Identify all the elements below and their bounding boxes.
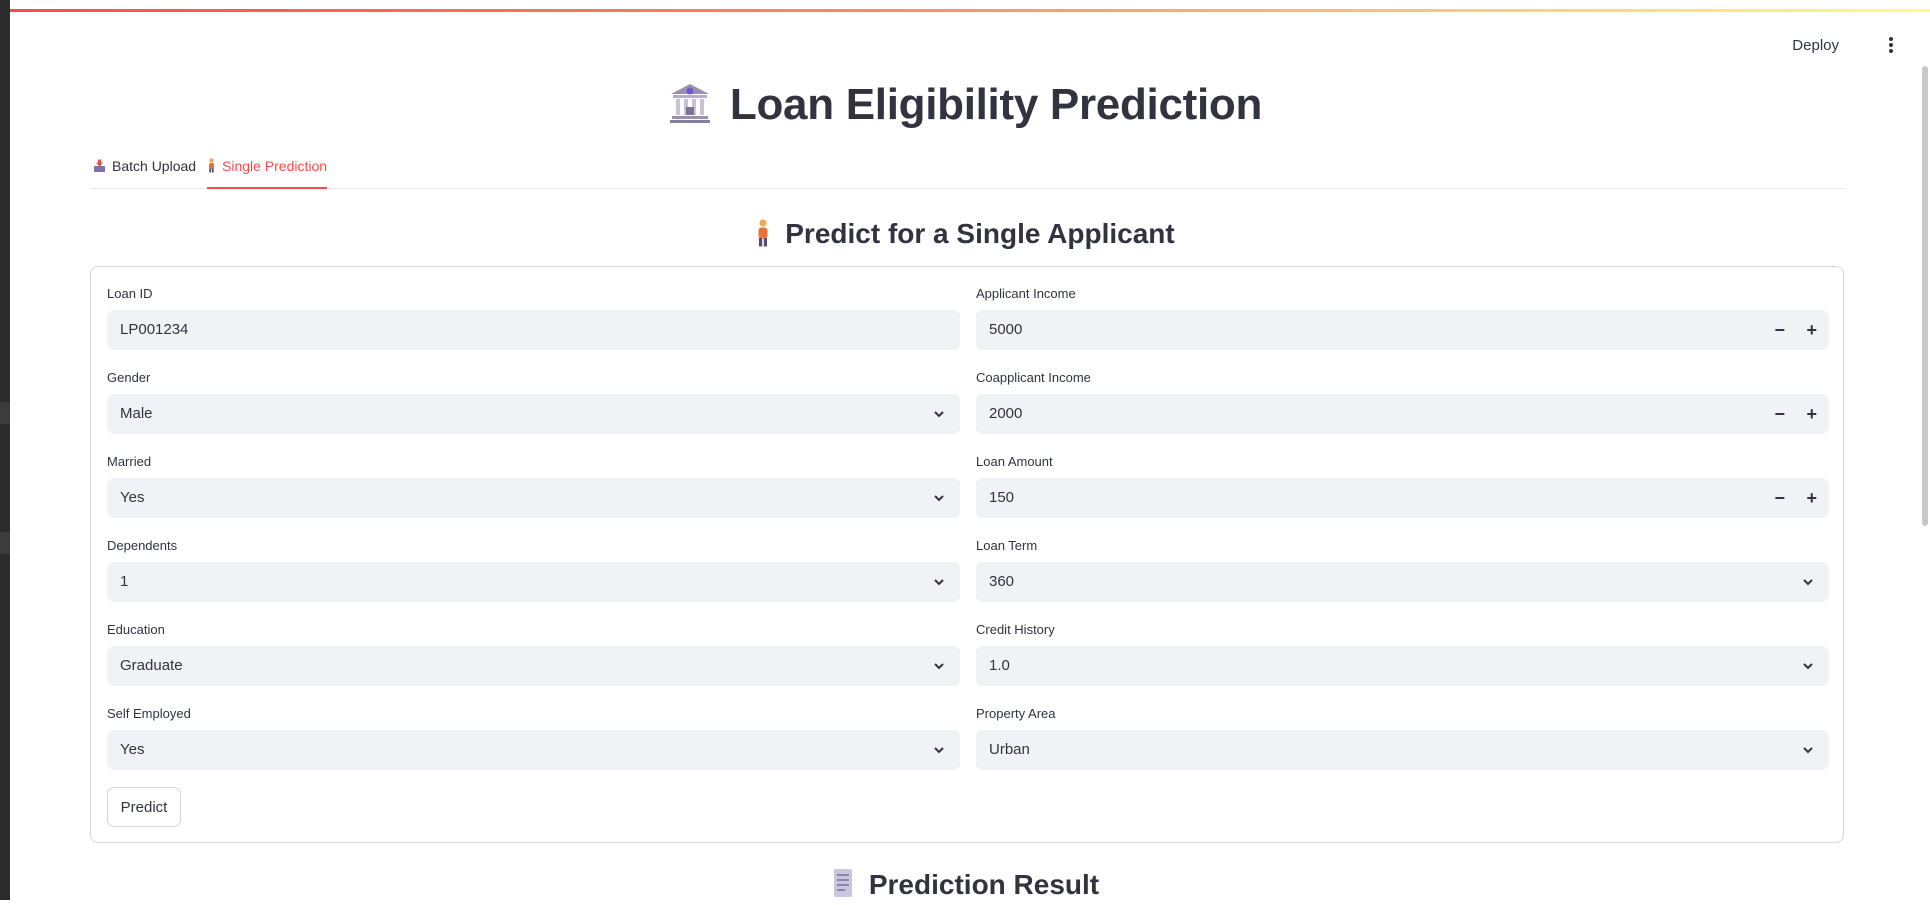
- education-field: Education Graduate: [107, 622, 960, 686]
- predict-button[interactable]: Predict: [107, 787, 181, 827]
- gender-field: Gender Male: [107, 370, 960, 434]
- person-icon: [207, 158, 216, 176]
- married-field: Married Yes: [107, 454, 960, 518]
- tab-label: Single Prediction: [222, 158, 328, 174]
- chevron-down-icon: [934, 411, 944, 418]
- edge-mark: [0, 532, 10, 554]
- field-value: 1: [120, 573, 129, 590]
- field-label: Loan ID: [107, 286, 153, 301]
- field-value: Male: [120, 405, 153, 422]
- field-value: 1.0: [989, 657, 1010, 674]
- field-value: Yes: [120, 489, 145, 506]
- single-applicant-form: Loan ID LP001234 Gender Male Married Yes…: [90, 266, 1844, 843]
- field-value: 2000: [989, 405, 1023, 422]
- field-value: Urban: [989, 741, 1030, 758]
- field-label: Coapplicant Income: [976, 370, 1091, 385]
- field-label: Dependents: [107, 538, 178, 553]
- chevron-down-icon: [934, 579, 944, 586]
- chevron-down-icon: [1803, 663, 1813, 670]
- field-value: 360: [989, 573, 1015, 590]
- increment-button[interactable]: +: [1806, 320, 1817, 341]
- tab-single-prediction[interactable]: Single Prediction: [207, 158, 328, 189]
- chevron-down-icon: [1803, 747, 1813, 754]
- section-heading-text: Predict for a Single Applicant: [785, 218, 1175, 249]
- field-label: Married: [107, 454, 152, 469]
- section-heading-single: Predict for a Single Applicant: [0, 218, 1930, 254]
- credit-history-field: Credit History 1.0: [976, 622, 1829, 686]
- person-icon: [755, 219, 771, 254]
- kebab-menu-icon[interactable]: [1888, 37, 1894, 53]
- loan-id-input[interactable]: LP001234: [107, 310, 960, 350]
- applicant-income-field: Applicant Income 5000 − +: [976, 286, 1829, 350]
- bank-icon: [668, 81, 712, 136]
- field-value: LP001234: [120, 321, 189, 338]
- field-value: Yes: [120, 741, 145, 758]
- gender-select[interactable]: Male: [107, 394, 960, 434]
- field-label: Education: [107, 622, 165, 637]
- applicant-income-input[interactable]: 5000 − +: [976, 310, 1829, 350]
- field-label: Property Area: [976, 706, 1056, 721]
- chevron-down-icon: [934, 663, 944, 670]
- tab-batch-upload[interactable]: Batch Upload: [93, 158, 196, 188]
- top-decoration-bar: [10, 9, 1930, 12]
- field-label: Gender: [107, 370, 151, 385]
- field-label: Credit History: [976, 622, 1055, 637]
- credit-history-select[interactable]: 1.0: [976, 646, 1829, 686]
- field-value: Graduate: [120, 657, 183, 674]
- increment-button[interactable]: +: [1806, 488, 1817, 509]
- receipt-icon: [831, 868, 855, 905]
- edge-mark: [0, 402, 10, 424]
- decrement-button[interactable]: −: [1774, 404, 1785, 425]
- inbox-tray-icon: [93, 159, 106, 176]
- tab-label: Batch Upload: [112, 158, 197, 174]
- coapplicant-income-field: Coapplicant Income 2000 − +: [976, 370, 1829, 434]
- field-label: Self Employed: [107, 706, 191, 721]
- page-title-text: Loan Eligibility Prediction: [729, 80, 1263, 129]
- tab-bar: Batch Upload Single Prediction: [90, 152, 1844, 189]
- property-area-field: Property Area Urban: [976, 706, 1829, 770]
- chevron-down-icon: [934, 495, 944, 502]
- decrement-button[interactable]: −: [1774, 488, 1785, 509]
- chevron-down-icon: [934, 747, 944, 754]
- loan-amount-input[interactable]: 150 − +: [976, 478, 1829, 518]
- education-select[interactable]: Graduate: [107, 646, 960, 686]
- dependents-select[interactable]: 1: [107, 562, 960, 602]
- field-label: Applicant Income: [976, 286, 1076, 301]
- field-value: 5000: [989, 321, 1023, 338]
- loan-amount-field: Loan Amount 150 − +: [976, 454, 1829, 518]
- loan-term-select[interactable]: 360: [976, 562, 1829, 602]
- loan-term-field: Loan Term 360: [976, 538, 1829, 602]
- self-employed-field: Self Employed Yes: [107, 706, 960, 770]
- coapplicant-income-input[interactable]: 2000 − +: [976, 394, 1829, 434]
- decrement-button[interactable]: −: [1774, 320, 1785, 341]
- chevron-down-icon: [1803, 579, 1813, 586]
- self-employed-select[interactable]: Yes: [107, 730, 960, 770]
- dependents-field: Dependents 1: [107, 538, 960, 602]
- field-label: Loan Amount: [976, 454, 1053, 469]
- section-heading-text: Prediction Result: [868, 869, 1100, 900]
- field-value: 150: [989, 489, 1015, 506]
- section-heading-result: Prediction Result: [0, 868, 1930, 905]
- field-label: Loan Term: [976, 538, 1038, 553]
- increment-button[interactable]: +: [1806, 404, 1817, 425]
- deploy-button[interactable]: Deploy: [1792, 37, 1839, 54]
- married-select[interactable]: Yes: [107, 478, 960, 518]
- property-area-select[interactable]: Urban: [976, 730, 1829, 770]
- loan-id-field: Loan ID LP001234: [107, 286, 960, 350]
- page-title: Loan Eligibility Prediction: [0, 80, 1930, 136]
